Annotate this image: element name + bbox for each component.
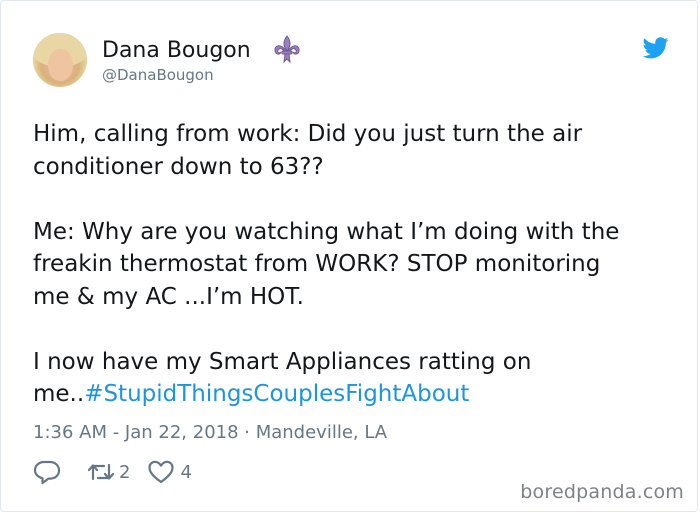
retweet-button[interactable]: 2 bbox=[87, 461, 130, 483]
like-button[interactable]: 4 bbox=[130, 460, 192, 484]
tweet-body: Him, calling from work: Did you just tur… bbox=[33, 121, 620, 407]
reply-icon bbox=[33, 460, 61, 485]
tweet-text: Him, calling from work: Did you just tur… bbox=[33, 118, 683, 411]
like-count: 4 bbox=[180, 461, 192, 483]
retweet-icon bbox=[87, 463, 115, 481]
heart-icon bbox=[148, 460, 175, 484]
tweet-actions: 2 4 bbox=[33, 457, 192, 487]
watermark: boredpanda.com bbox=[520, 481, 684, 503]
fleur-de-lis-icon bbox=[274, 35, 300, 64]
retweet-count: 2 bbox=[119, 461, 131, 483]
tweet-card: Dana Bougon @DanaBougon Him, calling fro… bbox=[0, 0, 698, 512]
tweet-timestamp[interactable]: 1:36 AM - Jan 22, 2018 · Mandeville, LA bbox=[33, 422, 387, 443]
avatar-face bbox=[48, 49, 73, 81]
avatar[interactable] bbox=[33, 33, 87, 87]
hashtag-link[interactable]: #StupidThingsCouplesFightAbout bbox=[84, 381, 469, 407]
author-display-name[interactable]: Dana Bougon bbox=[102, 38, 251, 63]
reply-button[interactable] bbox=[33, 459, 87, 485]
twitter-bird-icon[interactable] bbox=[643, 37, 669, 59]
author-handle[interactable]: @DanaBougon bbox=[102, 66, 214, 84]
